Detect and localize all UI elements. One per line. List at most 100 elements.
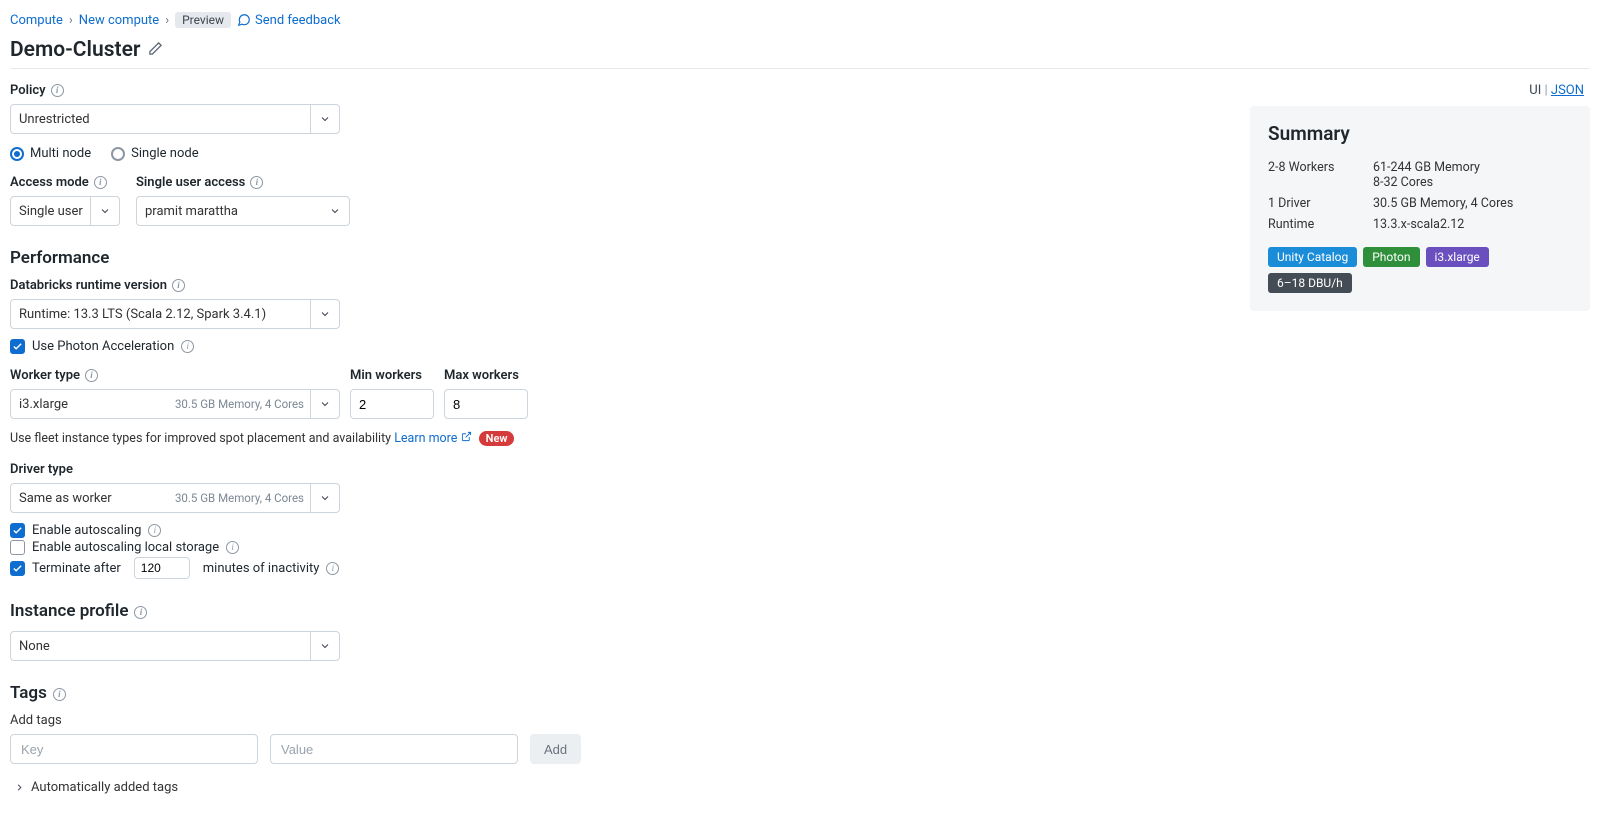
chat-icon — [237, 13, 251, 27]
instance-profile-heading: Instance profile — [10, 601, 128, 621]
unity-catalog-badge: Unity Catalog — [1268, 247, 1357, 267]
multi-node-radio[interactable]: Multi node — [10, 146, 91, 161]
worker-type-label: Worker type — [10, 368, 80, 383]
fleet-learn-more-link[interactable]: Learn more — [394, 431, 474, 446]
max-workers-label: Max workers — [444, 368, 519, 383]
photon-checkbox[interactable] — [10, 339, 25, 354]
fleet-hint: Use fleet instance types for improved sp… — [10, 431, 630, 446]
fleet-learn-more-label: Learn more — [394, 431, 457, 446]
info-icon[interactable] — [51, 84, 64, 97]
breadcrumb-compute[interactable]: Compute — [10, 13, 63, 28]
tag-key-input[interactable] — [10, 734, 258, 764]
instance-type-badge: i3.xlarge — [1426, 247, 1489, 267]
radio-icon — [111, 147, 125, 161]
instance-profile-select[interactable]: None — [10, 631, 340, 661]
min-workers-label: Min workers — [350, 368, 422, 383]
autoscale-label: Enable autoscaling — [32, 523, 141, 538]
info-icon[interactable] — [53, 688, 66, 701]
driver-type-select[interactable]: Same as worker 30.5 GB Memory, 4 Cores — [10, 483, 340, 513]
info-icon[interactable] — [134, 606, 147, 619]
summary-table: 2-8 Workers 61-244 GB Memory 8-32 Cores … — [1268, 157, 1572, 235]
chevron-down-icon — [310, 390, 331, 418]
info-icon[interactable] — [226, 541, 239, 554]
access-mode-select[interactable]: Single user — [10, 196, 120, 226]
driver-type-label: Driver type — [10, 462, 73, 477]
summary-workers-cores: 8-32 Cores — [1373, 175, 1572, 190]
worker-type-select[interactable]: i3.xlarge 30.5 GB Memory, 4 Cores — [10, 389, 340, 419]
chevron-down-icon — [310, 105, 331, 133]
single-user-access-select[interactable]: pramit marattha — [136, 196, 350, 226]
view-ui-option[interactable]: UI — [1529, 83, 1541, 98]
cluster-name: Demo-Cluster — [10, 38, 140, 62]
chevron-down-icon — [310, 300, 331, 328]
breadcrumb-new-compute[interactable]: New compute — [79, 13, 159, 28]
send-feedback-link[interactable]: Send feedback — [237, 13, 341, 28]
worker-type-meta: 30.5 GB Memory, 4 Cores — [175, 397, 310, 411]
worker-type-value: i3.xlarge — [19, 397, 175, 412]
terminate-prefix: Terminate after — [32, 561, 121, 576]
instance-profile-value: None — [19, 639, 310, 654]
policy-value: Unrestricted — [19, 112, 310, 127]
chevron-down-icon — [310, 484, 331, 512]
max-workers-input[interactable] — [444, 389, 528, 419]
radio-icon — [10, 147, 24, 161]
autoscale-checkbox[interactable] — [10, 523, 25, 538]
terminate-checkbox[interactable] — [10, 561, 25, 576]
access-mode-value: Single user — [19, 204, 90, 219]
single-user-access-value: pramit marattha — [145, 204, 329, 219]
summary-runtime-value: 13.3.x-scala2.12 — [1373, 214, 1572, 235]
runtime-value: Runtime: 13.3 LTS (Scala 2.12, Spark 3.4… — [19, 307, 310, 322]
access-mode-label: Access mode — [10, 175, 89, 190]
policy-select[interactable]: Unrestricted — [10, 104, 340, 134]
send-feedback-label: Send feedback — [255, 13, 341, 28]
page-title: Demo-Cluster — [10, 38, 1590, 62]
breadcrumb: Compute › New compute › Preview Send fee… — [10, 12, 1590, 28]
autoscale-storage-label: Enable autoscaling local storage — [32, 540, 219, 555]
chevron-right-icon: › — [69, 13, 73, 28]
fleet-hint-text: Use fleet instance types for improved sp… — [10, 431, 391, 446]
driver-type-value: Same as worker — [19, 491, 175, 506]
info-icon[interactable] — [181, 340, 194, 353]
add-tags-label: Add tags — [10, 713, 630, 728]
tag-value-input[interactable] — [270, 734, 518, 764]
terminate-minutes-input[interactable] — [134, 557, 190, 579]
external-link-icon — [461, 431, 472, 442]
info-icon[interactable] — [326, 562, 339, 575]
photon-label: Use Photon Acceleration — [32, 339, 174, 354]
terminate-suffix: minutes of inactivity — [203, 561, 320, 576]
divider — [10, 68, 1590, 69]
view-mode-switch: UI | JSON — [1250, 83, 1590, 98]
runtime-label: Databricks runtime version — [10, 278, 167, 293]
add-tag-button[interactable]: Add — [530, 734, 581, 764]
summary-driver-value: 30.5 GB Memory, 4 Cores — [1373, 193, 1572, 214]
multi-node-label: Multi node — [30, 146, 91, 161]
single-node-label: Single node — [131, 146, 198, 161]
tags-heading: Tags — [10, 683, 47, 703]
new-badge: New — [479, 431, 515, 446]
single-node-radio[interactable]: Single node — [111, 146, 198, 161]
summary-runtime-key: Runtime — [1268, 214, 1373, 235]
min-workers-input[interactable] — [350, 389, 434, 419]
summary-panel: Summary 2-8 Workers 61-244 GB Memory 8-3… — [1250, 106, 1590, 311]
info-icon[interactable] — [172, 279, 185, 292]
chevron-down-icon — [310, 632, 331, 660]
driver-type-meta: 30.5 GB Memory, 4 Cores — [175, 491, 310, 505]
single-user-access-label: Single user access — [136, 175, 245, 190]
autoscale-storage-checkbox[interactable] — [10, 540, 25, 555]
runtime-select[interactable]: Runtime: 13.3 LTS (Scala 2.12, Spark 3.4… — [10, 299, 340, 329]
pencil-icon — [148, 41, 163, 56]
summary-workers-memory: 61-244 GB Memory — [1373, 160, 1572, 175]
edit-name-button[interactable] — [148, 38, 163, 62]
dbu-badge: 6–18 DBU/h — [1268, 273, 1352, 293]
summary-driver-key: 1 Driver — [1268, 193, 1373, 214]
info-icon[interactable] — [94, 176, 107, 189]
info-icon[interactable] — [148, 524, 161, 537]
summary-workers-key: 2-8 Workers — [1268, 157, 1373, 193]
info-icon[interactable] — [85, 369, 98, 382]
chevron-right-icon: › — [165, 13, 169, 28]
chevron-down-icon — [329, 197, 341, 225]
performance-heading: Performance — [10, 248, 630, 268]
info-icon[interactable] — [250, 176, 263, 189]
breadcrumb-preview-badge: Preview — [175, 12, 231, 28]
view-json-option[interactable]: JSON — [1551, 83, 1584, 98]
